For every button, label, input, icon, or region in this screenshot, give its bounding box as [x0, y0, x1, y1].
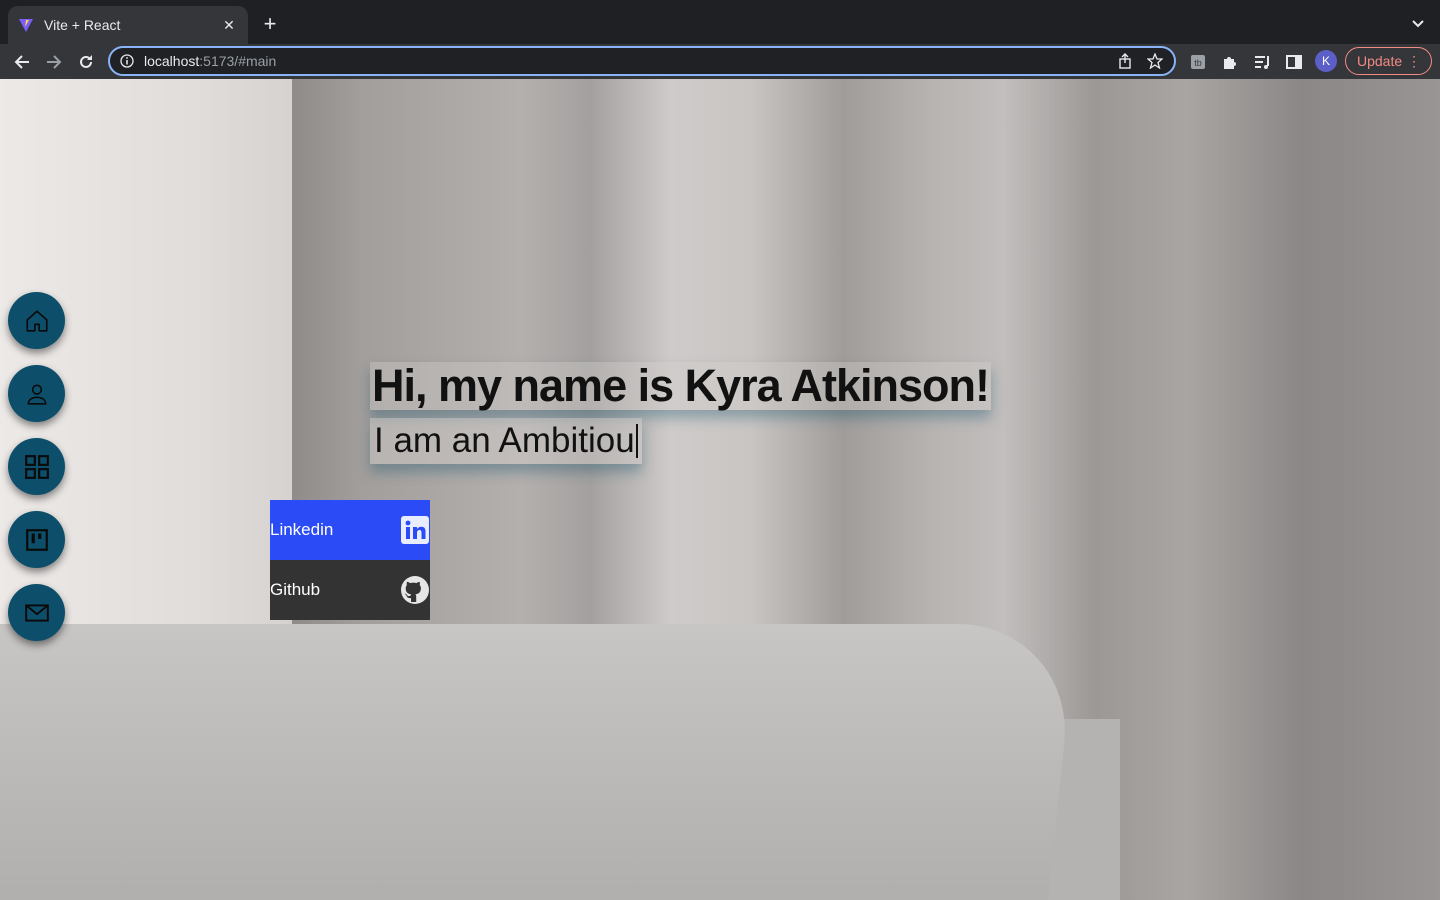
svg-text:tb: tb [1194, 58, 1202, 68]
typing-cursor [635, 424, 638, 458]
arrow-left-icon [14, 55, 29, 69]
address-bar[interactable]: localhost:5173/#main [108, 46, 1176, 76]
reload-icon [80, 55, 92, 68]
home-icon [25, 309, 48, 332]
github-icon [400, 575, 430, 605]
sidebar-item-about[interactable] [8, 365, 65, 422]
new-tab-button[interactable]: + [258, 11, 282, 36]
mail-icon [24, 603, 49, 622]
sidebar-item-contact[interactable] [8, 584, 65, 641]
typed-text: I am an Ambitiou [374, 421, 635, 460]
profile-avatar[interactable]: K [1315, 50, 1337, 72]
side-panel-icon[interactable] [1281, 49, 1307, 75]
grid-icon [24, 454, 49, 479]
tab-search-chevron-icon[interactable] [1406, 12, 1430, 36]
back-button[interactable] [8, 48, 36, 76]
vite-logo-icon [18, 17, 34, 33]
page-viewport: Hi, my name is Kyra Atkinson! I am an Am… [0, 79, 1440, 900]
update-label: Update [1357, 53, 1403, 69]
github-link[interactable]: Github [270, 560, 430, 620]
update-button[interactable]: Update ⋮ [1345, 47, 1432, 75]
url-host: localhost [144, 53, 200, 69]
extension-icon[interactable]: tb [1185, 49, 1211, 75]
browser-tab[interactable]: Vite + React ✕ [8, 6, 248, 44]
url-text: localhost:5173/#main [144, 53, 1106, 69]
hero-title: Hi, my name is Kyra Atkinson! [370, 360, 992, 411]
arrow-right-icon [47, 55, 62, 69]
bookmark-star-icon[interactable] [1144, 50, 1166, 72]
hero-subtitle: I am an Ambitiou [370, 418, 642, 464]
forward-button[interactable] [40, 48, 68, 76]
browser-toolbar: localhost:5173/#main tb K Update ⋮ [0, 44, 1440, 79]
share-icon[interactable] [1114, 50, 1136, 72]
url-rest: :5173/#main [199, 53, 277, 69]
more-menu-icon[interactable]: ⋮ [1407, 53, 1421, 69]
sidebar-item-board[interactable] [8, 511, 65, 568]
site-info-icon[interactable] [118, 52, 136, 70]
background-sofa [0, 624, 1077, 900]
linkedin-icon [400, 515, 430, 545]
puzzle-icon[interactable] [1217, 49, 1243, 75]
sidebar-item-home[interactable] [8, 292, 65, 349]
media-control-icon[interactable] [1249, 49, 1275, 75]
user-icon [27, 384, 46, 405]
browser-tab-bar: Vite + React ✕ + [0, 0, 1440, 44]
github-label: Github [270, 580, 321, 599]
sidebar-item-projects[interactable] [8, 438, 65, 495]
reload-button[interactable] [72, 48, 100, 76]
tab-title: Vite + React [44, 17, 121, 33]
linkedin-link[interactable]: Linkedin [270, 500, 430, 560]
close-tab-icon[interactable]: ✕ [220, 16, 238, 34]
board-icon [25, 528, 48, 551]
linkedin-label: Linkedin [270, 520, 334, 539]
